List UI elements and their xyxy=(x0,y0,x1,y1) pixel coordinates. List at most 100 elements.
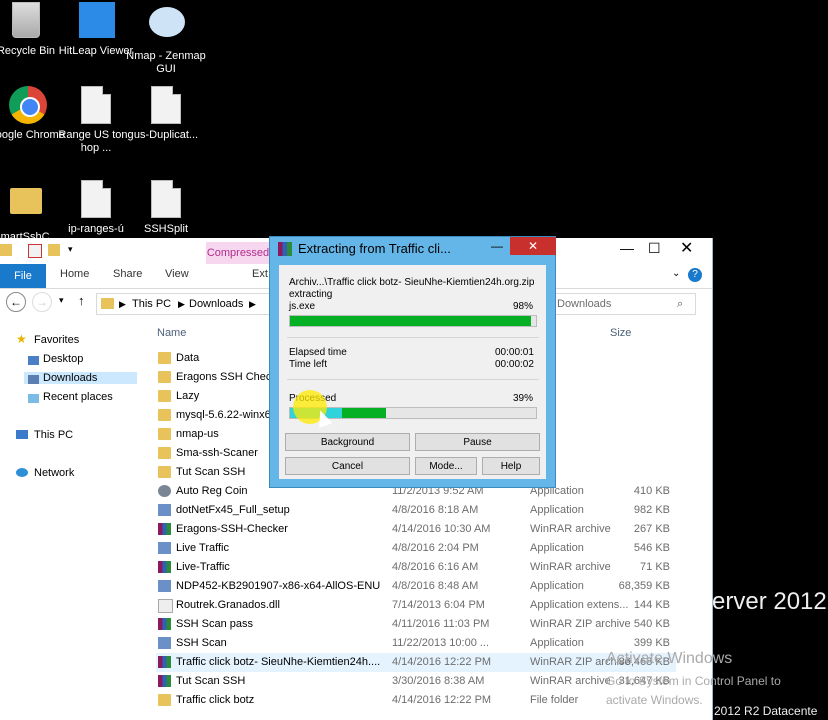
search-icon: ⌕ xyxy=(677,298,684,310)
pause-button[interactable]: Pause xyxy=(415,433,540,451)
dialog-close-button[interactable]: ✕ xyxy=(510,237,556,255)
desktop-icon-us-duplicat[interactable]: us-Duplicat... xyxy=(126,86,206,142)
file-date: 3/30/2016 8:38 AM xyxy=(392,675,485,687)
back-icon[interactable]: ← xyxy=(6,292,26,312)
new-folder-icon[interactable] xyxy=(48,244,60,256)
file-type: File folder xyxy=(530,694,579,706)
recent-places-icon xyxy=(28,394,39,403)
folder-icon xyxy=(158,428,171,440)
folder-icon xyxy=(158,352,171,364)
file-date: 4/14/2016 12:22 PM xyxy=(392,656,492,668)
folder-icon xyxy=(158,371,171,383)
separator xyxy=(287,337,539,338)
column-header-size[interactable]: Size xyxy=(610,322,631,344)
folder-icon[interactable] xyxy=(0,244,12,256)
help-button[interactable]: Help xyxy=(482,457,540,475)
separator xyxy=(287,379,539,380)
desktop-icon-sshsplit[interactable]: SSHSplit xyxy=(126,180,206,236)
maximize-button[interactable]: ☐ xyxy=(648,240,661,257)
file-date: 11/22/2013 10:00 ... xyxy=(392,637,490,649)
desktop-icon-hitleap[interactable]: HitLeap Viewer xyxy=(56,2,136,58)
server-brand: erver 2012 xyxy=(712,588,827,615)
file-type: Application xyxy=(530,542,584,554)
nav-item-network[interactable]: Network xyxy=(34,467,74,479)
help-icon[interactable]: ? xyxy=(688,268,702,282)
forward-icon[interactable]: → xyxy=(32,292,52,312)
hitleap-icon xyxy=(79,2,115,38)
file-name: Traffic click botz- SieuNhe-Kiemtien24h.… xyxy=(176,656,381,668)
time-left-label: Time left xyxy=(289,359,327,370)
table-row[interactable]: Live-Traffic 4/8/2016 6:16 AM WinRAR archi… xyxy=(156,558,676,577)
table-row[interactable]: Traffic click botz- SieuNhe-Kiemtien24h.… xyxy=(156,653,676,672)
tab-share[interactable]: Share xyxy=(113,268,142,280)
table-row[interactable]: NDP452-KB2901907-x86-x64-AllOS-ENU 4/8/20… xyxy=(156,577,676,596)
file-date: 4/14/2016 12:22 PM xyxy=(392,694,492,706)
ribbon-expand-icon[interactable]: ⌄ xyxy=(672,268,680,279)
file-size: 144 KB xyxy=(633,599,670,611)
table-row[interactable]: Live Traffic 4/8/2016 2:04 PM Application 5… xyxy=(156,539,676,558)
tab-extract[interactable]: Ext xyxy=(252,268,268,280)
chrome-icon xyxy=(9,86,47,124)
table-row[interactable]: Tut Scan SSH 3/30/2016 8:38 AM WinRAR arch… xyxy=(156,672,676,691)
column-header-name[interactable]: Name xyxy=(157,322,186,344)
app-icon xyxy=(158,580,171,592)
table-row[interactable]: SSH Scan pass 4/11/2016 11:03 PM WinRAR ZI… xyxy=(156,615,676,634)
current-file: js.exe xyxy=(289,301,316,312)
nav-item-this-pc[interactable]: This PC xyxy=(34,429,73,441)
table-row[interactable]: dotNetFx45_Full_setup 4/8/2016 8:18 AM App… xyxy=(156,501,676,520)
close-button[interactable]: ✕ xyxy=(680,238,693,258)
nav-item-desktop[interactable]: Desktop xyxy=(43,353,83,365)
dialog-minimize-button[interactable]: — xyxy=(486,237,508,255)
properties-icon[interactable] xyxy=(28,244,42,258)
mode-button[interactable]: Mode... xyxy=(415,457,477,475)
server-edition: 2012 R2 Datacente xyxy=(714,704,818,718)
background-button[interactable]: Background xyxy=(285,433,410,451)
folder-icon xyxy=(158,409,171,421)
tab-view[interactable]: View xyxy=(165,268,189,280)
cancel-button[interactable]: Cancel xyxy=(285,457,410,475)
compressed-tools-tab[interactable]: Compressed xyxy=(206,242,270,264)
file-name: Traffic click botz xyxy=(176,694,255,706)
tab-home[interactable]: Home xyxy=(60,268,89,280)
search-input[interactable]: Downloads ⌕ xyxy=(548,293,696,315)
winrar-icon xyxy=(278,242,292,256)
desktop-icon-ip-ranges[interactable]: ip-ranges-ú xyxy=(56,180,136,236)
rar-icon xyxy=(158,523,171,535)
recent-locations-icon[interactable]: ▾ xyxy=(59,295,64,306)
document-icon xyxy=(151,86,181,124)
breadcrumb-separator-icon: ▶ xyxy=(249,299,256,309)
nav-item-favorites[interactable]: Favorites xyxy=(34,334,79,346)
table-row[interactable]: Routrek.Granados.dll 7/14/2013 6:04 PM App… xyxy=(156,596,676,615)
desktop-icon-label: us-Duplicat... xyxy=(133,129,199,141)
file-name: Live Traffic xyxy=(176,542,229,554)
file-date: 4/8/2016 8:18 AM xyxy=(392,504,479,516)
file-type: Application xyxy=(530,637,584,649)
table-row[interactable]: Eragons-SSH-Checker 4/14/2016 10:30 AM Win… xyxy=(156,520,676,539)
file-size: 71 KB xyxy=(640,561,670,573)
elapsed-label: Elapsed time xyxy=(289,347,347,358)
nav-item-downloads[interactable]: Downloads xyxy=(24,372,137,384)
app-icon xyxy=(158,504,171,516)
file-size: 546 KB xyxy=(633,542,670,554)
activate-windows-title: Activate Windows xyxy=(606,650,733,667)
folder-icon xyxy=(101,298,114,309)
tab-file[interactable]: File xyxy=(0,264,46,288)
table-row[interactable]: Traffic click botz 4/14/2016 12:22 PM File… xyxy=(156,691,676,710)
file-size: 68,359 KB xyxy=(618,580,670,592)
up-icon[interactable]: ↑ xyxy=(78,293,85,308)
file-name: Eragons-SSH-Checker xyxy=(176,523,288,535)
table-row[interactable]: SSH Scan 11/22/2013 10:00 ... Application 3… xyxy=(156,634,676,653)
minimize-button[interactable]: — xyxy=(620,240,634,256)
customize-qat-icon[interactable]: ▾ xyxy=(68,244,73,255)
file-name: SSH Scan pass xyxy=(176,618,254,630)
breadcrumb-downloads[interactable]: Downloads xyxy=(189,294,243,314)
folder-icon xyxy=(158,390,171,402)
file-type: Application xyxy=(530,580,584,592)
nav-item-recent-places[interactable]: Recent places xyxy=(43,391,113,403)
desktop-icon-nmap[interactable]: Nmap - Zenmap GUI xyxy=(126,2,206,76)
elapsed-value: 00:00:01 xyxy=(495,347,534,358)
this-pc-icon xyxy=(16,430,28,439)
desktop-icon-range-us[interactable]: Range US tong hop ... xyxy=(56,86,136,155)
downloads-folder-icon xyxy=(28,375,39,384)
breadcrumb-this-pc[interactable]: This PC xyxy=(132,294,171,314)
